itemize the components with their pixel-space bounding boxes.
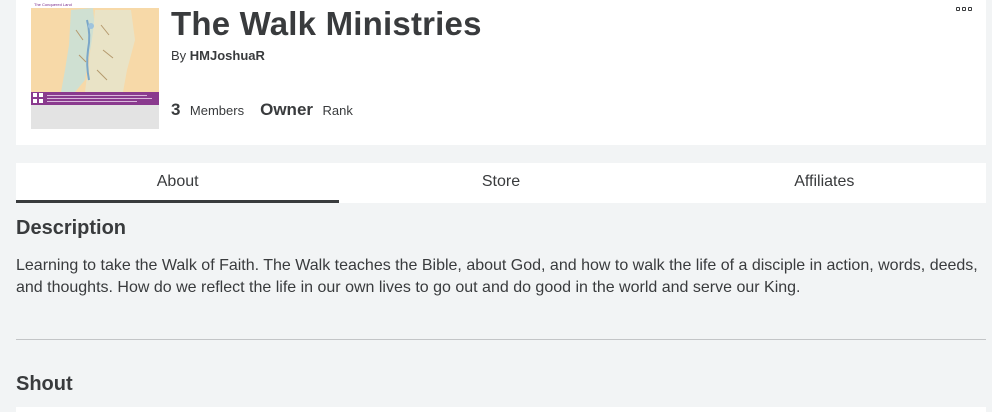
group-tabs: About Store Affiliates <box>16 163 986 203</box>
members-count: 3 <box>171 100 181 119</box>
more-options-icon[interactable] <box>954 5 974 13</box>
group-header-card: The Conquered Land The Walk Ministries B… <box>16 0 986 145</box>
rank-label: Rank <box>322 103 353 118</box>
group-stats: 3 Members Owner Rank <box>171 100 353 120</box>
group-emblem-image: The Conquered Land <box>31 0 159 129</box>
description-text: Learning to take the Walk of Faith. The … <box>16 257 978 296</box>
group-owner-line: By HMJoshuaR <box>171 48 265 63</box>
group-emblem: The Conquered Land <box>31 0 159 129</box>
description-heading: Description <box>16 217 127 239</box>
group-page: The Conquered Land The Walk Ministries B… <box>0 0 992 412</box>
group-name: The Walk Ministries <box>171 5 482 42</box>
shout-heading: Shout <box>16 373 73 395</box>
tab-store[interactable]: Store <box>339 163 662 203</box>
owner-prefix: By <box>171 48 187 63</box>
tab-about[interactable]: About <box>16 163 340 203</box>
members-label: Members <box>189 103 245 118</box>
tab-affiliates[interactable]: Affiliates <box>663 163 986 203</box>
shout-box <box>16 407 986 412</box>
section-divider <box>16 339 986 340</box>
members-stat: 3 Members <box>171 100 244 120</box>
rank-value: Owner <box>260 100 314 119</box>
owner-link[interactable]: HMJoshuaR <box>190 48 265 63</box>
emblem-map-title: The Conquered Land <box>34 2 72 7</box>
rank-stat: Owner Rank <box>260 100 353 120</box>
